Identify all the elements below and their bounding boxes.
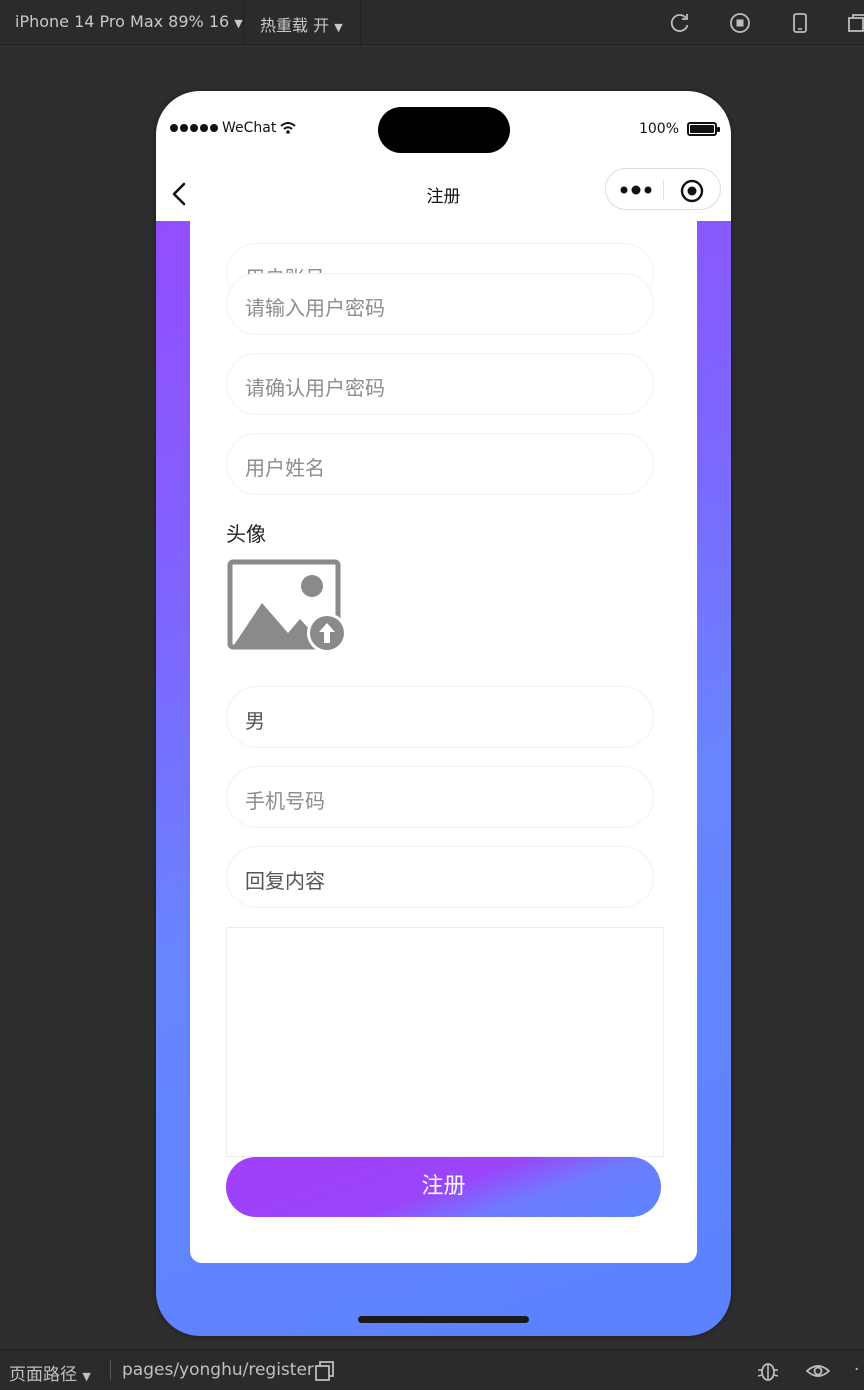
hot-reload-toggle[interactable]: 热重载 开 ▼ [260, 12, 343, 36]
devtools-toolbar: iPhone 14 Pro Max 89% 16 ▼ 热重载 开 ▼ [0, 0, 864, 45]
device-selector[interactable]: iPhone 14 Pro Max 89% 16 ▼ [15, 12, 243, 31]
more-icon[interactable] [620, 181, 654, 199]
mini-program-capsule [605, 168, 721, 210]
eye-icon[interactable] [806, 1360, 830, 1382]
reply-input[interactable]: 回复内容 [226, 846, 654, 908]
refresh-icon[interactable] [669, 12, 691, 34]
confirm-password-placeholder: 请确认用户密码 [245, 376, 385, 400]
confirm-password-input[interactable]: 请确认用户密码 [226, 353, 654, 415]
page-path-value: pages/yonghu/register [122, 1360, 314, 1380]
avatar-label: 头像 [226, 522, 266, 546]
register-form-card: 用户账号 请输入用户密码 请确认用户密码 用户姓名 头像 男 手机号码 回复内容 [190, 171, 697, 1263]
chevron-down-icon: ▼ [234, 17, 243, 30]
hot-reload-label: 热重载 开 [260, 16, 330, 35]
navigation-bar: 注册 [156, 167, 731, 221]
stop-icon[interactable] [729, 12, 751, 34]
toolbar-divider [243, 0, 244, 45]
phone-preview-icon[interactable] [789, 12, 811, 34]
more-dots-icon[interactable]: · [854, 1360, 859, 1380]
battery-icon [687, 122, 720, 136]
copy-icon[interactable] [313, 1360, 337, 1382]
page-path-selector[interactable]: 页面路径 ▼ [9, 1360, 91, 1385]
gender-value: 男 [245, 709, 265, 733]
reply-placeholder: 回复内容 [245, 869, 325, 893]
status-bar: WeChat 100% [156, 91, 731, 167]
toolbar-divider [360, 0, 361, 45]
image-upload-icon[interactable] [226, 559, 350, 655]
devtools-statusbar: 页面路径 ▼ pages/yonghu/register · [0, 1349, 864, 1390]
register-button[interactable]: 注册 [226, 1157, 661, 1217]
battery-percent: 100% [638, 121, 679, 137]
gender-select[interactable]: 男 [226, 686, 654, 748]
password-placeholder: 请输入用户密码 [245, 296, 385, 320]
phone-simulator: 用户账号 请输入用户密码 请确认用户密码 用户姓名 头像 男 手机号码 回复内容 [156, 91, 731, 1336]
capsule-divider [663, 180, 664, 200]
name-placeholder: 用户姓名 [245, 456, 325, 480]
window-icon[interactable] [846, 12, 864, 34]
carrier-info: WeChat [170, 120, 297, 136]
chevron-down-icon: ▼ [334, 21, 343, 34]
phone-input[interactable]: 手机号码 [226, 766, 654, 828]
wifi-icon [280, 122, 297, 134]
name-input[interactable]: 用户姓名 [226, 433, 654, 495]
chevron-down-icon: ▼ [82, 1370, 91, 1383]
close-miniprogram-icon[interactable] [680, 179, 704, 203]
content-textarea[interactable] [226, 927, 664, 1157]
signal-icon [170, 124, 218, 132]
carrier-name: WeChat [222, 120, 277, 136]
phone-placeholder: 手机号码 [245, 789, 325, 813]
debug-bug-icon[interactable] [756, 1360, 780, 1382]
home-indicator [358, 1316, 529, 1323]
device-selector-label: iPhone 14 Pro Max 89% 16 [15, 12, 230, 31]
password-input[interactable]: 请输入用户密码 [226, 273, 654, 335]
dynamic-island [378, 107, 510, 153]
page-path-label: 页面路径 [9, 1365, 77, 1385]
path-divider [110, 1360, 111, 1380]
